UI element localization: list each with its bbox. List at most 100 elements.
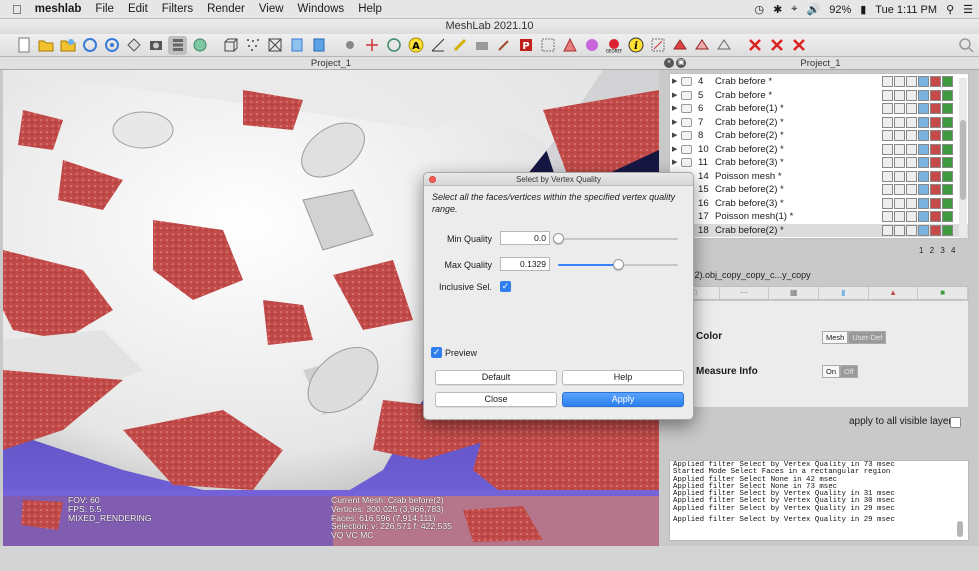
shading-toggle-icon[interactable] <box>918 76 929 87</box>
log-console[interactable]: Applied filter Select by Vertex Quality … <box>669 460 969 541</box>
selection-toggle-icon[interactable] <box>930 211 941 222</box>
visibility-toggle[interactable] <box>681 117 692 127</box>
visibility-toggle[interactable] <box>681 104 692 113</box>
points-toggle-icon[interactable] <box>894 157 905 168</box>
battery-percent[interactable]: 92% <box>829 4 851 16</box>
color-userdef-option[interactable]: User-Def <box>848 331 887 344</box>
bbox-toggle-icon[interactable] <box>882 89 893 101</box>
menu-file[interactable]: File <box>88 3 121 15</box>
scrollbar-thumb[interactable] <box>960 120 966 200</box>
menu-view[interactable]: View <box>252 3 291 15</box>
layer-row[interactable]: ▶ 8 Crab before(2) * <box>670 129 968 143</box>
layer-row[interactable]: ▶ 5 Crab before * <box>670 89 968 103</box>
wire-toggle-icon[interactable] <box>906 211 917 222</box>
axes-icon[interactable] <box>362 36 381 55</box>
wire-toggle-icon[interactable] <box>906 103 917 114</box>
georef-icon[interactable]: GEOREF <box>604 36 623 55</box>
bbox-toggle-icon[interactable] <box>882 170 893 182</box>
wire-toggle-icon[interactable] <box>906 76 917 87</box>
delete-faces-vertices-icon[interactable] <box>789 36 808 55</box>
visibility-toggle[interactable] <box>681 77 692 86</box>
layer-row[interactable]: ▶ 7 Crab before(2) * <box>670 116 968 130</box>
light-icon[interactable] <box>340 36 359 55</box>
selection-toggle-icon[interactable] <box>930 130 941 141</box>
points-toggle-icon[interactable] <box>894 184 905 195</box>
shading-toggle-icon[interactable] <box>918 143 929 155</box>
menu-windows[interactable]: Windows <box>291 3 352 15</box>
import-mesh-icon[interactable] <box>58 36 77 55</box>
expand-arrow-icon[interactable]: ▶ <box>672 143 677 157</box>
shading-toggle-icon[interactable] <box>918 170 929 182</box>
wire-toggle-icon[interactable] <box>906 184 917 195</box>
bbox-toggle-icon[interactable] <box>882 76 893 87</box>
expand-arrow-icon[interactable]: ▶ <box>672 116 677 130</box>
bbox-toggle-icon[interactable] <box>882 157 893 168</box>
apply-button[interactable]: Apply <box>562 392 684 407</box>
wire-toggle-icon[interactable] <box>906 130 917 141</box>
inclusive-sel-checkbox[interactable]: ✓ <box>500 281 511 292</box>
bbox-toggle-icon[interactable] <box>882 197 893 209</box>
control-center-icon[interactable]: ☰ <box>963 3 973 16</box>
select-vertices-icon[interactable] <box>538 36 557 55</box>
measure-off-option[interactable]: Off <box>840 365 858 378</box>
texture-toggle-icon[interactable] <box>942 224 953 236</box>
expand-arrow-icon[interactable]: ▶ <box>672 129 677 143</box>
texture-toggle-icon[interactable] <box>942 157 953 168</box>
selection-toggle-icon[interactable] <box>930 103 941 114</box>
shading-toggle-icon[interactable] <box>918 157 929 168</box>
visibility-toggle[interactable] <box>681 158 692 167</box>
max-quality-slider[interactable] <box>558 259 678 270</box>
layer-row[interactable]: ▶17Poisson mesh(1) * <box>670 210 968 224</box>
measure-on-option[interactable]: On <box>822 365 841 378</box>
points-toggle-icon[interactable] <box>894 211 905 222</box>
layer-row[interactable]: ▶14Poisson mesh * <box>670 170 968 184</box>
points-icon[interactable] <box>243 36 262 55</box>
layer-row[interactable]: ▶ 11 Crab before(3) * <box>670 156 968 170</box>
points-toggle-icon[interactable] <box>894 170 905 182</box>
apple-menu-icon[interactable]:  <box>0 2 28 17</box>
bbox-toggle-icon[interactable] <box>882 184 893 195</box>
clock[interactable]: Tue 1:11 PM <box>875 4 937 16</box>
snapshot-icon[interactable] <box>146 36 165 55</box>
preview-checkbox[interactable]: ✓ <box>431 347 442 358</box>
texture-toggle-icon[interactable] <box>942 170 953 182</box>
menu-edit[interactable]: Edit <box>121 3 155 15</box>
visibility-toggle[interactable] <box>681 90 692 100</box>
bbox-toggle-icon[interactable] <box>882 116 893 128</box>
shading-toggle-icon[interactable] <box>918 211 929 222</box>
selection-toggle-icon[interactable] <box>930 184 941 195</box>
shading-toggle-icon[interactable] <box>918 197 929 209</box>
measure-icon[interactable] <box>428 36 447 55</box>
help-button[interactable]: Help <box>562 370 684 385</box>
min-quality-input[interactable]: 0.0 <box>500 231 550 245</box>
shading-toggle-icon[interactable] <box>918 89 929 101</box>
points-toggle-icon[interactable] <box>894 116 905 128</box>
select-border-icon[interactable] <box>714 36 733 55</box>
points-toggle-icon[interactable] <box>894 143 905 155</box>
min-quality-slider[interactable] <box>552 233 678 244</box>
reload-all-icon[interactable] <box>102 36 121 55</box>
bbox-toggle-icon[interactable] <box>882 143 893 155</box>
shading-toggle-icon[interactable] <box>918 116 929 128</box>
select-connected-icon[interactable] <box>648 36 667 55</box>
layers-icon[interactable] <box>168 35 187 55</box>
wire-toggle-icon[interactable] <box>906 157 917 168</box>
paint-tool-icon[interactable] <box>582 36 601 55</box>
wire-toggle-icon[interactable] <box>906 170 917 182</box>
bbox-toggle-icon[interactable] <box>882 224 893 236</box>
layer-pages-right[interactable]: 1 2 3 4 <box>919 246 955 255</box>
toolbar-search-icon[interactable] <box>956 36 975 55</box>
info-icon[interactable]: i <box>626 36 645 55</box>
panel-float-icon[interactable]: ▣ <box>676 58 686 68</box>
paint-brush-icon[interactable] <box>494 36 513 55</box>
min-quality-slider-knob[interactable] <box>552 233 564 244</box>
bbox-toggle-icon[interactable] <box>882 103 893 114</box>
bounding-box-icon[interactable] <box>221 36 240 55</box>
selection-toggle-icon[interactable] <box>930 143 941 155</box>
points-toggle-icon[interactable] <box>894 89 905 101</box>
layer-row[interactable]: ▶18Crab before(2) * <box>670 223 968 237</box>
time-machine-icon[interactable]: ◷ <box>754 3 764 16</box>
volume-icon[interactable]: 🔊 <box>807 3 821 16</box>
tab-select-icon[interactable]: ▲ <box>869 287 919 299</box>
texture-toggle-icon[interactable] <box>942 211 953 222</box>
